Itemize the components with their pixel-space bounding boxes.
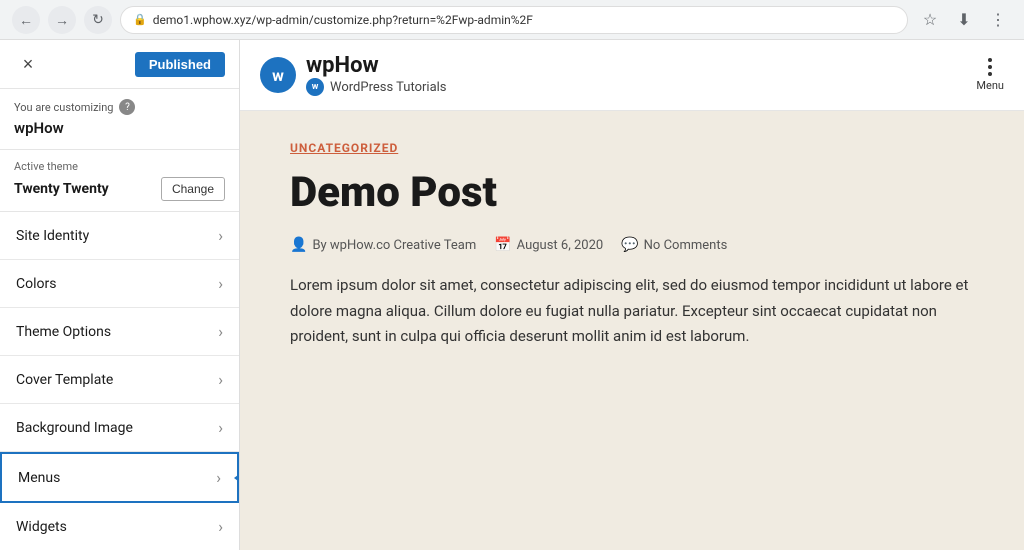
site-identity: wpHow w WordPress Tutorials: [306, 54, 447, 96]
sidebar-item-label: Theme Options: [16, 324, 111, 340]
active-theme-name: Twenty Twenty: [14, 181, 109, 197]
sidebar-item-background-image[interactable]: Background Image ›: [0, 404, 239, 452]
chevron-right-icon: ›: [218, 517, 223, 536]
reload-button[interactable]: ↻: [84, 6, 112, 34]
chevron-right-icon: ›: [218, 274, 223, 293]
more-button[interactable]: ⋮: [984, 6, 1012, 34]
bookmark-button[interactable]: ☆: [916, 6, 944, 34]
nav-items: Site Identity›Colors›Theme Options›Cover…: [0, 212, 239, 550]
published-button[interactable]: Published: [135, 52, 225, 77]
tagline-logo-icon: w: [306, 78, 324, 96]
sidebar-header: × Published: [0, 40, 239, 89]
download-button[interactable]: ⬇: [950, 6, 978, 34]
address-bar[interactable]: 🔒 demo1.wphow.xyz/wp-admin/customize.php…: [120, 6, 908, 34]
author-icon: 👤: [290, 237, 307, 253]
customizing-text: You are customizing: [14, 101, 113, 114]
sidebar-item-label: Site Identity: [16, 228, 89, 244]
post-title: Demo Post: [290, 169, 974, 217]
site-logo-area: w wpHow w WordPress Tutorials: [260, 54, 447, 96]
forward-button[interactable]: →: [48, 6, 76, 34]
active-theme-label: Active theme: [14, 160, 225, 173]
site-tagline: w WordPress Tutorials: [306, 78, 447, 96]
lock-icon: 🔒: [133, 13, 147, 26]
arrow-indicator: [234, 472, 239, 484]
active-theme-section: Active theme Twenty Twenty Change: [0, 150, 239, 212]
sidebar-item-widgets[interactable]: Widgets ›: [0, 503, 239, 550]
site-logo: w: [260, 57, 296, 93]
help-icon[interactable]: ?: [119, 99, 135, 115]
preview-area: w wpHow w WordPress Tutorials Menu UNCAT…: [240, 40, 1024, 550]
browser-actions: ☆ ⬇ ⋮: [916, 6, 1012, 34]
back-button[interactable]: ←: [12, 6, 40, 34]
chevron-right-icon: ›: [216, 468, 221, 487]
site-header: w wpHow w WordPress Tutorials Menu: [240, 40, 1024, 111]
url-text: demo1.wphow.xyz/wp-admin/customize.php?r…: [153, 13, 533, 27]
sidebar-item-label: Cover Template: [16, 372, 113, 388]
change-theme-button[interactable]: Change: [161, 177, 225, 201]
customizing-site-name: wpHow: [0, 119, 239, 149]
post-category: UNCATEGORIZED: [290, 141, 974, 155]
post-excerpt: Lorem ipsum dolor sit amet, consectetur …: [290, 273, 974, 350]
post-content: UNCATEGORIZED Demo Post 👤 By wpHow.co Cr…: [240, 111, 1024, 550]
sidebar-item-cover-template[interactable]: Cover Template ›: [0, 356, 239, 404]
customizer-sidebar: × Published You are customizing ? wpHow …: [0, 40, 240, 550]
browser-chrome: ← → ↻ 🔒 demo1.wphow.xyz/wp-admin/customi…: [0, 0, 1024, 40]
meta-comments: 💬 No Comments: [621, 237, 727, 253]
calendar-icon: 📅: [494, 237, 511, 253]
main-layout: × Published You are customizing ? wpHow …: [0, 40, 1024, 550]
post-meta: 👤 By wpHow.co Creative Team 📅 August 6, …: [290, 237, 974, 253]
dot-2: [988, 65, 992, 69]
chevron-right-icon: ›: [218, 322, 223, 341]
comment-icon: 💬: [621, 237, 638, 253]
tagline-text: WordPress Tutorials: [330, 80, 447, 95]
meta-author: 👤 By wpHow.co Creative Team: [290, 237, 476, 253]
dot-3: [988, 72, 992, 76]
chevron-right-icon: ›: [218, 226, 223, 245]
sidebar-item-colors[interactable]: Colors ›: [0, 260, 239, 308]
author-text: By wpHow.co Creative Team: [312, 238, 476, 253]
date-text: August 6, 2020: [517, 238, 604, 253]
sidebar-item-label: Widgets: [16, 519, 67, 535]
close-button[interactable]: ×: [14, 50, 42, 78]
meta-date: 📅 August 6, 2020: [494, 237, 603, 253]
site-title: wpHow: [306, 54, 447, 78]
sidebar-item-site-identity[interactable]: Site Identity ›: [0, 212, 239, 260]
menu-label: Menu: [976, 79, 1004, 92]
dot-1: [988, 58, 992, 62]
sidebar-item-label: Background Image: [16, 420, 133, 436]
chevron-right-icon: ›: [218, 370, 223, 389]
sidebar-item-theme-options[interactable]: Theme Options ›: [0, 308, 239, 356]
comments-text: No Comments: [644, 238, 728, 253]
customizing-label: You are customizing ?: [0, 89, 239, 119]
sidebar-item-label: Menus: [18, 470, 60, 486]
sidebar-item-menus[interactable]: Menus ›: [0, 452, 239, 503]
sidebar-item-label: Colors: [16, 276, 56, 292]
chevron-right-icon: ›: [218, 418, 223, 437]
menu-button[interactable]: Menu: [976, 58, 1004, 92]
active-theme-row: Twenty Twenty Change: [14, 177, 225, 201]
